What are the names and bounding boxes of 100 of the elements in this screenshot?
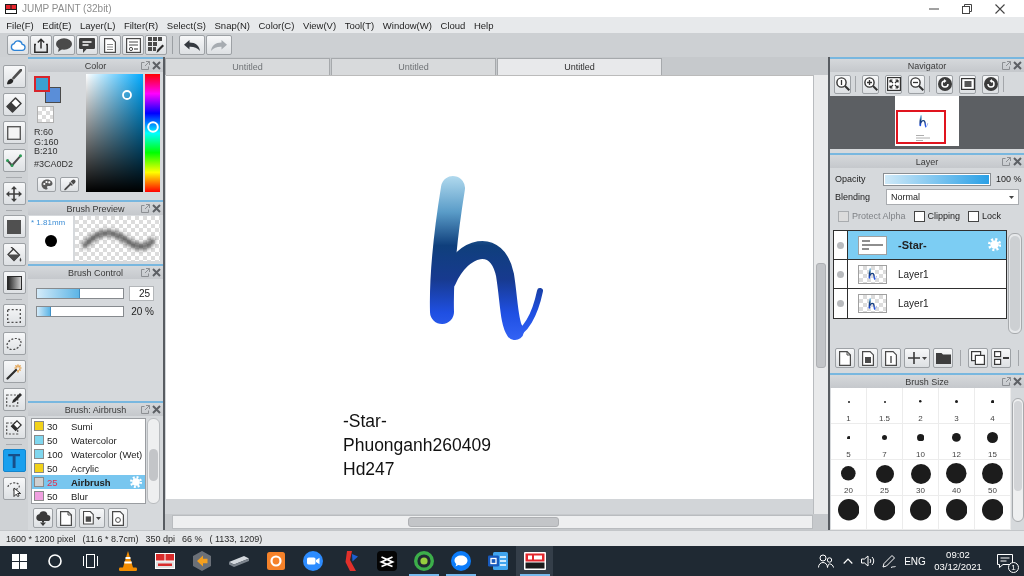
brush-size-option[interactable]: 3 [939, 388, 975, 424]
eraser-tool[interactable] [2, 93, 26, 116]
canvas-thumbnail[interactable] [895, 96, 959, 146]
comment-button[interactable] [76, 35, 98, 55]
layer-row[interactable]: Layer1 [834, 260, 1006, 289]
visibility-toggle[interactable] [834, 231, 848, 259]
hue-handle[interactable] [146, 121, 159, 134]
polyline-tool[interactable] [2, 149, 26, 172]
menu-item[interactable]: Filter(R) [119, 19, 163, 31]
vertical-scrollbar[interactable] [147, 418, 160, 504]
selection-eraser-tool[interactable] [2, 416, 26, 439]
brush-size-option[interactable]: 20 [831, 460, 867, 496]
brush-size-option[interactable] [903, 496, 939, 530]
document-tab[interactable]: Untitled [497, 58, 662, 75]
new-raster-layer-button[interactable] [858, 348, 878, 368]
menu-item[interactable]: File(F) [2, 19, 39, 31]
form-button[interactable] [122, 35, 144, 55]
minimize-icon[interactable] [929, 7, 939, 10]
brush-menu-button[interactable] [79, 508, 105, 528]
brush-size-option[interactable]: 10 [903, 424, 939, 460]
actual-size-button[interactable] [834, 74, 851, 94]
color-field[interactable] [86, 74, 143, 192]
brush-size-option[interactable] [939, 496, 975, 530]
scrollbar-thumb[interactable] [149, 449, 158, 481]
brush-tool[interactable] [2, 65, 26, 88]
menu-item[interactable]: Color(C) [254, 19, 299, 31]
merge-button[interactable] [991, 348, 1011, 368]
document-tab[interactable]: Untitled [331, 58, 496, 75]
gradient-tool[interactable] [2, 271, 26, 294]
brush-size-option[interactable] [831, 496, 867, 530]
close-icon[interactable] [152, 268, 161, 277]
checkbox[interactable] [968, 210, 980, 222]
new-layer-button[interactable] [835, 348, 855, 368]
brush-settings-button[interactable] [108, 508, 128, 528]
visibility-toggle[interactable] [834, 289, 848, 318]
notification-icon[interactable] [997, 554, 1013, 568]
scrollbar-thumb[interactable] [816, 263, 826, 368]
move-tool[interactable] [2, 182, 26, 205]
brush-list-item[interactable]: 50 Acrylic [32, 461, 145, 475]
rotate-right-button[interactable] [982, 74, 999, 94]
brush-list-item[interactable]: 50 Watercolor [32, 433, 145, 447]
ellipse-select-tool[interactable] [2, 332, 26, 355]
bucket-tool[interactable] [2, 243, 26, 266]
document-button[interactable] [99, 35, 121, 55]
visibility-toggle[interactable] [834, 260, 848, 288]
slider-track[interactable] [36, 306, 124, 317]
menu-item[interactable]: Layer(L) [75, 19, 120, 31]
chevron-up-icon[interactable] [843, 558, 853, 564]
taskbar-app[interactable] [516, 546, 553, 576]
close-icon[interactable] [995, 3, 1005, 14]
menu-item[interactable]: Edit(E) [38, 19, 76, 31]
menu-item[interactable]: Help [469, 19, 498, 31]
speech-bubble-button[interactable] [53, 35, 75, 55]
brush-list-item[interactable]: 25 Airbrush [32, 475, 145, 489]
clock-date[interactable]: 03/12/2021 [934, 561, 982, 573]
brush-size-option[interactable]: 12 [939, 424, 975, 460]
people-icon[interactable] [818, 554, 834, 568]
layer-row[interactable]: -Star- [834, 231, 1006, 260]
close-icon[interactable] [1013, 157, 1022, 166]
grid-edit-button[interactable] [145, 35, 167, 55]
close-icon[interactable] [152, 405, 161, 414]
picker-handle[interactable] [121, 89, 132, 100]
pen-icon[interactable] [882, 554, 896, 568]
scrollbar-thumb[interactable] [1014, 401, 1022, 491]
folder-button[interactable] [933, 348, 953, 368]
menu-item[interactable]: Tool(T) [340, 19, 379, 31]
share-button[interactable] [30, 35, 52, 55]
checkbox[interactable] [913, 210, 925, 222]
download-button[interactable] [33, 508, 53, 528]
selection-pen-tool[interactable] [2, 388, 26, 411]
brush-size-option[interactable]: 7 [867, 424, 903, 460]
brush-size-option[interactable]: 50 [975, 460, 1011, 496]
close-icon[interactable] [152, 204, 161, 213]
brush-size-option[interactable]: 40 [939, 460, 975, 496]
brush-size-option[interactable]: 25 [867, 460, 903, 496]
transparent-swatch[interactable] [37, 106, 54, 123]
hue-slider[interactable] [145, 74, 160, 192]
foreground-color-swatch[interactable] [34, 76, 50, 92]
menu-item[interactable]: Snap(N) [210, 19, 255, 31]
brush-list-item[interactable]: 30 Sumi [32, 419, 145, 433]
scrollbar-thumb[interactable] [408, 517, 559, 527]
new-mono-layer-button[interactable] [881, 348, 901, 368]
vertical-scrollbar[interactable] [813, 75, 828, 514]
add-layer-button[interactable] [904, 348, 930, 368]
fill-tool[interactable] [2, 215, 26, 238]
brush-size-option[interactable]: 30 [903, 460, 939, 496]
magic-wand-tool[interactable] [2, 360, 26, 383]
layer-row[interactable]: Layer1 [834, 289, 1006, 318]
menu-item[interactable]: Window(W) [378, 19, 437, 31]
brush-size-option[interactable]: 1.5 [867, 388, 903, 424]
close-icon[interactable] [1013, 377, 1022, 386]
zoom-in-button[interactable] [862, 74, 879, 94]
fit-screen-button[interactable] [885, 74, 902, 94]
close-icon[interactable] [1013, 61, 1022, 70]
document-tab[interactable]: Untitled [165, 58, 330, 75]
eyedropper-button[interactable] [60, 177, 79, 192]
vertical-scrollbar[interactable] [1012, 398, 1024, 522]
lasso-move-tool[interactable] [2, 477, 26, 500]
cloud-button[interactable] [7, 35, 29, 55]
horizontal-scrollbar[interactable] [172, 515, 813, 529]
